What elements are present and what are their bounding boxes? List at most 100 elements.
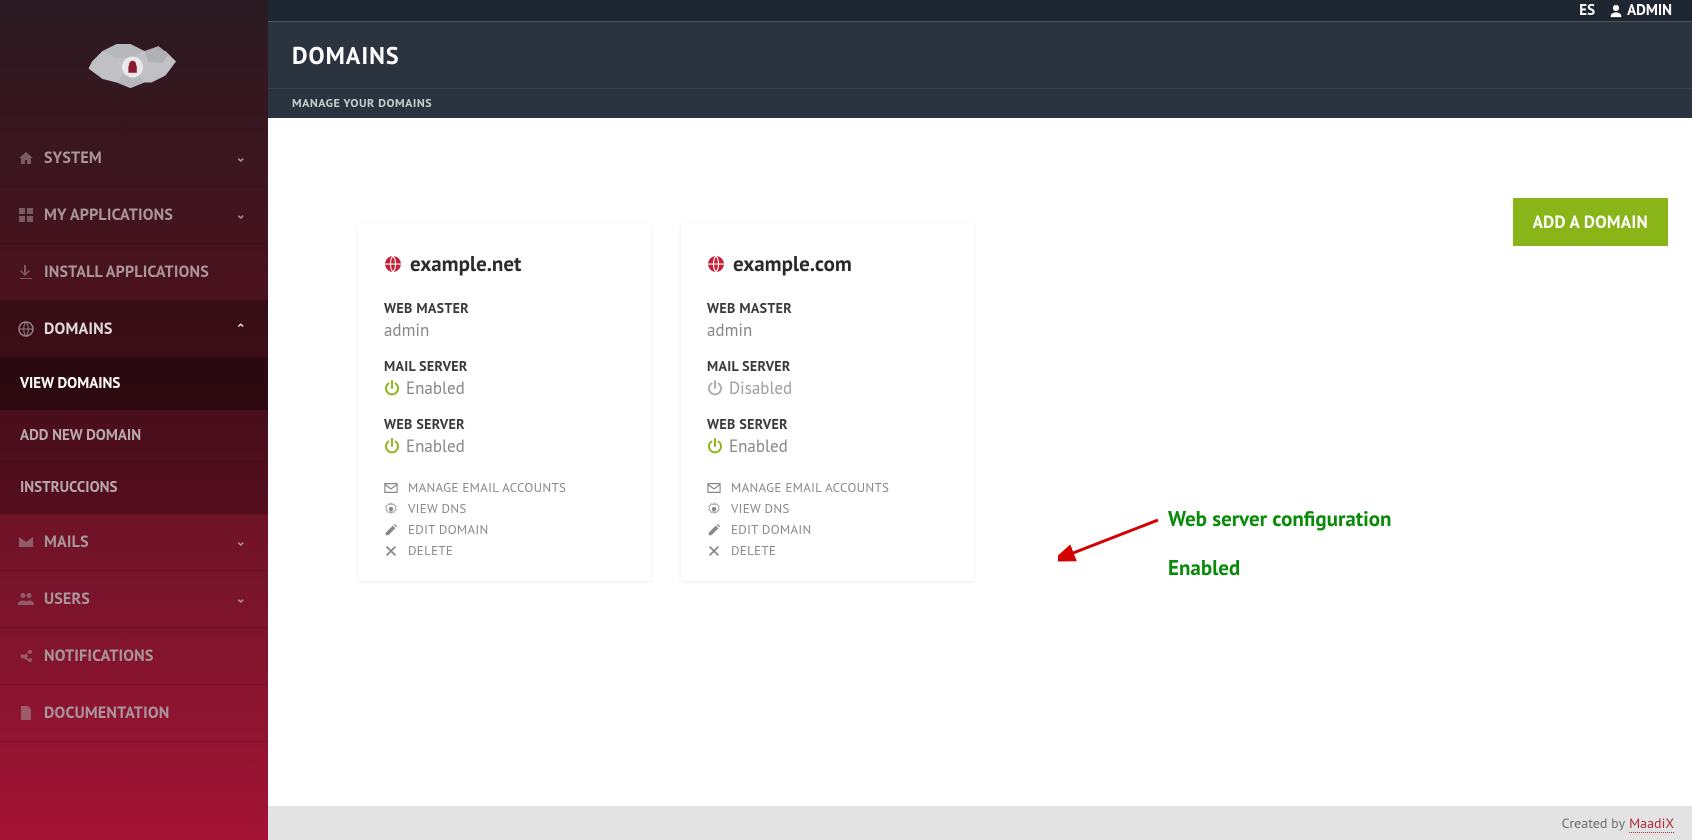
mail-server-label: MAIL SERVER <box>707 357 948 375</box>
annotation-arrow <box>1058 515 1168 565</box>
status-text: Enabled <box>406 377 465 399</box>
status-text: Enabled <box>729 435 788 457</box>
footer-link[interactable]: MaadiX <box>1629 814 1674 833</box>
gear-icon <box>384 502 398 516</box>
nav-label: USERS <box>44 589 90 609</box>
mail-server-status: Enabled <box>384 377 625 399</box>
mail-icon <box>707 481 721 495</box>
download-icon <box>18 264 34 280</box>
domain-name: example.com <box>733 250 852 277</box>
domain-card: example.com WEB MASTER admin MAIL SERVER… <box>681 224 974 581</box>
domain-cards: example.net WEB MASTER admin MAIL SERVER… <box>358 224 1632 581</box>
nav-system[interactable]: SYSTEM ⌄ <box>0 130 268 187</box>
edit-icon <box>384 523 398 537</box>
gear-icon <box>707 502 721 516</box>
nav-domains[interactable]: DOMAINS ⌃ <box>0 301 268 358</box>
language-switch[interactable]: ES <box>1579 1 1595 20</box>
action-view-dns[interactable]: VIEW DNS <box>707 498 948 519</box>
nav-label: NOTIFICATIONS <box>44 646 154 666</box>
nav-mails[interactable]: MAILS ⌄ <box>0 514 268 571</box>
edit-icon <box>707 523 721 537</box>
sidebar: SYSTEM ⌄ MY APPLICATIONS ⌄ INSTALL APPLI… <box>0 0 268 840</box>
domain-title: example.com <box>707 250 948 277</box>
web-server-label: WEB SERVER <box>707 415 948 433</box>
close-icon <box>384 544 398 558</box>
web-master-label: WEB MASTER <box>707 299 948 317</box>
globe-icon <box>384 255 402 273</box>
action-manage-email[interactable]: MANAGE EMAIL ACCOUNTS <box>707 477 948 498</box>
page-subheader: MANAGE YOUR DOMAINS <box>268 88 1692 118</box>
page-title: DOMAINS <box>292 40 400 71</box>
nav-label: DOCUMENTATION <box>44 703 169 723</box>
logo <box>0 0 268 130</box>
nav-users[interactable]: USERS ⌄ <box>0 571 268 628</box>
users-icon <box>18 591 34 607</box>
page-header: DOMAINS <box>268 22 1692 88</box>
annotation-line2: Enabled <box>1168 554 1391 581</box>
user-icon <box>1609 4 1623 18</box>
subnav-instruccions[interactable]: INSTRUCCIONS <box>0 462 268 514</box>
web-master-label: WEB MASTER <box>384 299 625 317</box>
power-icon <box>707 380 723 396</box>
nav-label: MY APPLICATIONS <box>44 205 173 225</box>
user-label: ADMIN <box>1627 1 1672 20</box>
action-view-dns[interactable]: VIEW DNS <box>384 498 625 519</box>
nav-label: SYSTEM <box>44 148 102 168</box>
subnav-add-new-domain[interactable]: ADD NEW DOMAIN <box>0 410 268 462</box>
domain-actions: MANAGE EMAIL ACCOUNTS VIEW DNS EDIT DOMA… <box>707 477 948 561</box>
footer: Created by MaadiX <box>268 806 1692 840</box>
subnav-view-domains[interactable]: VIEW DOMAINS <box>0 358 268 410</box>
nav-install-applications[interactable]: INSTALL APPLICATIONS <box>0 244 268 301</box>
grid-icon <box>18 207 34 223</box>
mail-icon <box>18 534 34 550</box>
annotation-line1: Web server configuration <box>1168 505 1391 532</box>
chevron-down-icon: ⌄ <box>236 535 246 550</box>
domain-name: example.net <box>410 250 521 277</box>
annotation: Web server configuration Enabled <box>1168 505 1391 581</box>
mail-server-label: MAIL SERVER <box>384 357 625 375</box>
nav-notifications[interactable]: NOTIFICATIONS <box>0 628 268 685</box>
nav-label: DOMAINS <box>44 319 113 339</box>
globe-icon <box>707 255 725 273</box>
power-icon <box>384 380 400 396</box>
action-edit-domain[interactable]: EDIT DOMAIN <box>707 519 948 540</box>
action-edit-domain[interactable]: EDIT DOMAIN <box>384 519 625 540</box>
status-text: Enabled <box>406 435 465 457</box>
power-icon <box>384 438 400 454</box>
content: ADD A DOMAIN example.net WEB MASTER admi… <box>268 118 1692 806</box>
page-subtitle: MANAGE YOUR DOMAINS <box>292 96 432 111</box>
globe-icon <box>18 321 34 337</box>
web-server-status: Enabled <box>384 435 625 457</box>
domain-card: example.net WEB MASTER admin MAIL SERVER… <box>358 224 651 581</box>
footer-text: Created by <box>1562 814 1625 832</box>
home-icon <box>18 150 34 166</box>
nav-documentation[interactable]: DOCUMENTATION <box>0 685 268 742</box>
domain-actions: MANAGE EMAIL ACCOUNTS VIEW DNS EDIT DOMA… <box>384 477 625 561</box>
chevron-down-icon: ⌄ <box>236 208 246 223</box>
action-delete[interactable]: DELETE <box>707 540 948 561</box>
user-menu[interactable]: ADMIN <box>1609 1 1672 20</box>
share-icon <box>18 648 34 664</box>
add-domain-button[interactable]: ADD A DOMAIN <box>1513 198 1668 246</box>
status-text: Disabled <box>729 377 792 399</box>
action-delete[interactable]: DELETE <box>384 540 625 561</box>
chevron-down-icon: ⌄ <box>236 592 246 607</box>
nav-label: MAILS <box>44 532 89 552</box>
chevron-down-icon: ⌄ <box>236 151 246 166</box>
power-icon <box>707 438 723 454</box>
web-master-value: admin <box>707 319 948 341</box>
nav-domains-submenu: VIEW DOMAINS ADD NEW DOMAIN INSTRUCCIONS <box>0 358 268 514</box>
action-manage-email[interactable]: MANAGE EMAIL ACCOUNTS <box>384 477 625 498</box>
close-icon <box>707 544 721 558</box>
web-server-status: Enabled <box>707 435 948 457</box>
mail-icon <box>384 481 398 495</box>
mail-server-status: Disabled <box>707 377 948 399</box>
web-master-value: admin <box>384 319 625 341</box>
web-server-label: WEB SERVER <box>384 415 625 433</box>
domain-title: example.net <box>384 250 625 277</box>
chevron-up-icon: ⌃ <box>236 322 246 337</box>
nav: SYSTEM ⌄ MY APPLICATIONS ⌄ INSTALL APPLI… <box>0 130 268 742</box>
nav-label: INSTALL APPLICATIONS <box>44 262 209 282</box>
nav-my-applications[interactable]: MY APPLICATIONS ⌄ <box>0 187 268 244</box>
logo-icon <box>64 30 204 100</box>
